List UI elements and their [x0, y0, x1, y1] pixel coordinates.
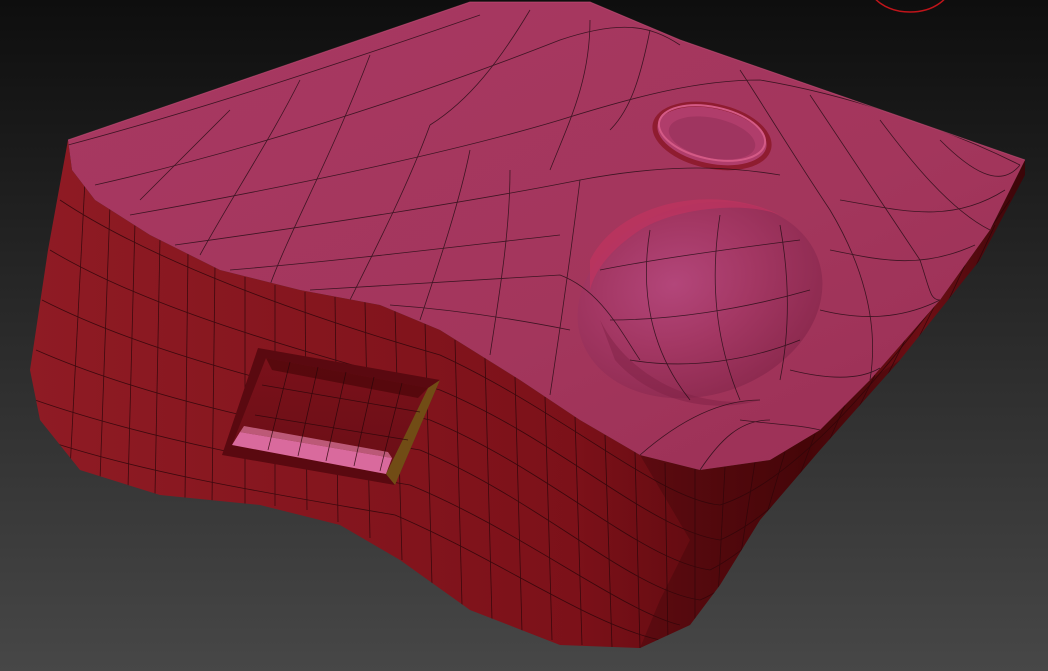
3d-viewport[interactable] — [0, 0, 1048, 671]
viewport-canvas[interactable] — [0, 0, 1048, 671]
